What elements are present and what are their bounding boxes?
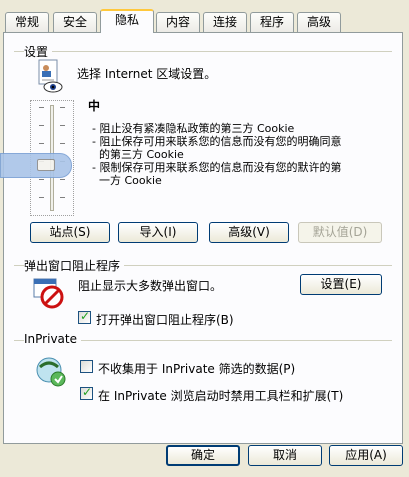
- tab-privacy[interactable]: 隐私: [100, 9, 154, 33]
- inprivate-group-label: InPrivate: [24, 332, 81, 346]
- slider-tick: [39, 107, 44, 108]
- checkmark-icon: ✓: [80, 309, 91, 323]
- level-desc-line: - 限制保存可用来联系您的信息而没有您的默许的第: [92, 161, 342, 174]
- tab-programs[interactable]: 程序: [250, 12, 294, 32]
- inprivate-filtering-label[interactable]: 不收集用于 InPrivate 筛选的数据(P): [98, 360, 295, 377]
- level-desc-line: - 阻止保存可用来联系您的信息而没有您的明确同意: [92, 135, 342, 148]
- privacy-level-description: - 阻止没有紧凑隐私政策的第三方 Cookie - 阻止保存可用来联系您的信息而…: [92, 122, 392, 187]
- settings-group-label: 设置: [24, 43, 53, 60]
- apply-button[interactable]: 应用(A): [329, 445, 403, 466]
- popup-blocker-label[interactable]: 打开弹出窗口阻止程序(B): [96, 311, 234, 328]
- ok-button[interactable]: 确定: [166, 445, 240, 466]
- slider-thumb[interactable]: [37, 159, 55, 171]
- level-desc-line: - 阻止没有紧凑隐私政策的第三方 Cookie: [92, 122, 295, 135]
- slider-tick: [60, 143, 65, 144]
- popup-description: 阻止显示大多数弹出窗口。: [78, 279, 223, 293]
- disable-toolbars-label[interactable]: 在 InPrivate 浏览启动时禁用工具栏和扩展(T): [98, 387, 343, 404]
- level-desc-line: 的第三方 Cookie: [92, 148, 184, 161]
- tab-advanced[interactable]: 高级: [297, 12, 341, 32]
- popup-settings-button[interactable]: 设置(E): [300, 274, 382, 295]
- slider-tick: [39, 197, 44, 198]
- inprivate-icon: [34, 355, 68, 389]
- disable-toolbars-checkbox[interactable]: ✓: [80, 385, 93, 400]
- slider-thumb-highlight[interactable]: [0, 153, 72, 178]
- slider-tick: [60, 179, 65, 180]
- slider-tick: [60, 107, 65, 108]
- popup-blocker-icon: [32, 277, 64, 309]
- popup-group-label: 弹出窗口阻止程序: [24, 257, 125, 274]
- internet-zone-icon: [36, 59, 64, 93]
- settings-separator: [14, 51, 392, 52]
- tab-content[interactable]: 内容: [156, 12, 200, 32]
- checkmark-icon: ✓: [82, 385, 93, 399]
- tab-general[interactable]: 常规: [5, 12, 49, 32]
- slider-tick: [39, 179, 44, 180]
- tab-strip: 常规 安全 隐私 内容 连接 程序 高级: [0, 0, 409, 33]
- slider-tick: [39, 125, 44, 126]
- level-desc-line: 一方 Cookie: [92, 174, 162, 187]
- zone-instruction: 选择 Internet 区域设置。: [77, 67, 217, 81]
- tab-security[interactable]: 安全: [53, 12, 97, 32]
- privacy-level-name: 中: [88, 99, 101, 113]
- sites-button[interactable]: 站点(S): [30, 222, 110, 243]
- slider-tick: [60, 125, 65, 126]
- inprivate-filtering-checkbox[interactable]: [80, 360, 93, 373]
- tab-connections[interactable]: 连接: [203, 12, 247, 32]
- default-button[interactable]: 默认值(D): [298, 222, 382, 243]
- slider-tick: [60, 197, 65, 198]
- slider-tick: [39, 143, 44, 144]
- privacy-panel: 设置 选择 Internet 区域设置。 中 - 阻止没有紧凑隐私政策的第三方 …: [0, 32, 403, 444]
- popup-blocker-checkbox[interactable]: ✓: [78, 309, 91, 324]
- import-button[interactable]: 导入(I): [118, 222, 198, 243]
- cancel-button[interactable]: 取消: [248, 445, 322, 466]
- advanced-button[interactable]: 高级(V): [209, 222, 289, 243]
